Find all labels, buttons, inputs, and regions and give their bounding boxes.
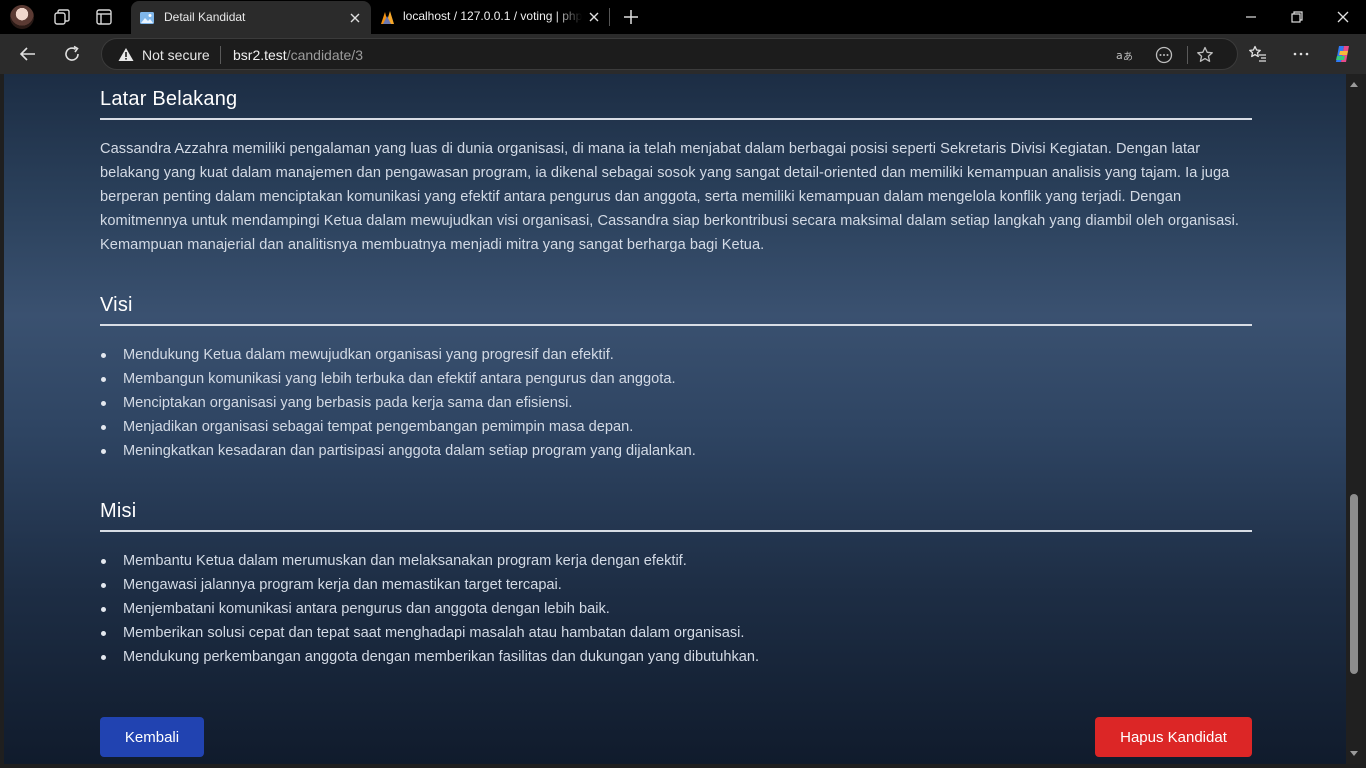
tab-actions-icon[interactable] — [94, 7, 114, 27]
browser-toolbar: Not secure bsr2.test/candidate/3 a あ — [0, 34, 1366, 74]
url-host: bsr2.test — [233, 47, 287, 63]
tab-phpmyadmin[interactable]: localhost / 127.0.0.1 / voting | phpMyAd… — [372, 0, 608, 34]
more-tools-icon[interactable] — [1154, 45, 1174, 65]
new-tab-icon[interactable] — [620, 6, 642, 28]
star-icon[interactable] — [1195, 45, 1215, 65]
section-divider — [100, 118, 1252, 120]
close-tab-icon[interactable] — [587, 10, 601, 24]
page-scrollbar[interactable] — [1346, 74, 1362, 764]
visi-item: Menjadikan organisasi sebagai tempat pen… — [100, 415, 1252, 439]
window-edge — [1362, 74, 1366, 768]
visi-item: Menciptakan organisasi yang berbasis pad… — [100, 391, 1252, 415]
close-tab-icon[interactable] — [348, 11, 362, 25]
address-separator — [220, 46, 221, 64]
background-title: Latar Belakang — [100, 88, 238, 110]
misi-list: Membantu Ketua dalam merumuskan dan mela… — [100, 549, 1252, 669]
tab-strip: Detail Kandidat localhost / 127.0.0.1 / … — [0, 0, 1366, 34]
misi-item: Mengawasi jalannya program kerja dan mem… — [100, 573, 1252, 597]
tab-separator — [609, 8, 610, 26]
visi-item: Membangun komunikasi yang lebih terbuka … — [100, 367, 1252, 391]
favorites-icon[interactable] — [1247, 43, 1269, 65]
page-viewport: Latar Belakang Cassandra Azzahra memilik… — [4, 74, 1346, 764]
phpmyadmin-favicon-icon — [381, 11, 394, 24]
scroll-up-icon[interactable] — [1350, 82, 1358, 87]
visi-item: Mendukung Ketua dalam mewujudkan organis… — [100, 343, 1252, 367]
scrollbar-thumb[interactable] — [1350, 494, 1358, 674]
back-arrow-icon[interactable] — [17, 43, 39, 65]
back-button[interactable]: Kembali — [100, 717, 204, 757]
copilot-icon[interactable] — [1332, 43, 1354, 65]
tab-detail-kandidat[interactable]: Detail Kandidat — [131, 1, 371, 34]
section-divider — [100, 530, 1252, 532]
workspaces-icon[interactable] — [52, 7, 72, 27]
refresh-icon[interactable] — [61, 43, 83, 65]
scroll-down-icon[interactable] — [1350, 751, 1358, 756]
restore-icon[interactable] — [1286, 6, 1308, 28]
misi-item: Membantu Ketua dalam merumuskan dan mela… — [100, 549, 1252, 573]
delete-candidate-button[interactable]: Hapus Kandidat — [1095, 717, 1252, 757]
misi-item: Menjembatani komunikasi antara pengurus … — [100, 597, 1252, 621]
address-separator — [1187, 46, 1188, 64]
svg-text:あ: あ — [1123, 51, 1133, 63]
background-text: Cassandra Azzahra memiliki pengalaman ya… — [100, 141, 1240, 253]
misi-item: Memberikan solusi cepat dan tepat saat m… — [100, 621, 1252, 645]
profile-avatar[interactable] — [10, 5, 34, 29]
visi-title: Visi — [100, 294, 133, 316]
read-aloud-icon[interactable]: a あ — [1115, 45, 1135, 65]
window-edge — [0, 764, 1366, 768]
image-favicon-icon — [140, 12, 154, 24]
security-label[interactable]: Not secure — [142, 47, 210, 63]
address-bar[interactable]: Not secure bsr2.test/candidate/3 a あ — [101, 38, 1238, 70]
svg-text:a: a — [1116, 49, 1123, 62]
warning-icon[interactable] — [118, 47, 134, 62]
url-text[interactable]: bsr2.test/candidate/3 — [233, 47, 363, 63]
more-icon[interactable] — [1290, 43, 1312, 65]
tab-title: Detail Kandidat — [164, 10, 246, 24]
url-path: /candidate/3 — [286, 47, 363, 63]
visi-list: Mendukung Ketua dalam mewujudkan organis… — [100, 343, 1252, 463]
section-divider — [100, 324, 1252, 326]
minimize-icon[interactable] — [1240, 6, 1262, 28]
visi-item: Meningkatkan kesadaran dan partisipasi a… — [100, 439, 1252, 463]
misi-item: Mendukung perkembangan anggota dengan me… — [100, 645, 1252, 669]
misi-title: Misi — [100, 500, 137, 522]
tab-title: localhost / 127.0.0.1 / voting | phpMyAd… — [403, 9, 582, 23]
close-window-icon[interactable] — [1332, 6, 1354, 28]
